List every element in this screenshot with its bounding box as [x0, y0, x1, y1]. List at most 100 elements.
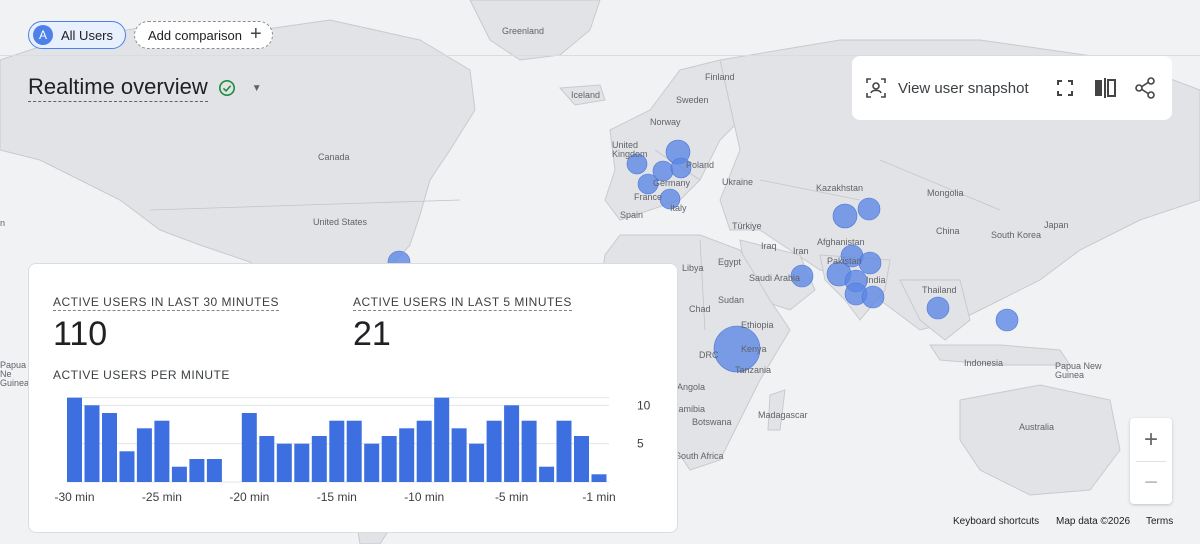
segment-avatar: A: [33, 25, 53, 45]
user-snapshot-icon: [864, 76, 888, 100]
y-tick-label: 10: [637, 398, 651, 412]
map-label: China: [936, 226, 960, 236]
x-tick-label: -20 min: [229, 490, 269, 504]
chart-bar: [346, 420, 362, 482]
map-label: Saudi Arabia: [749, 273, 801, 283]
chart-bar: [67, 397, 82, 482]
map-bubble: [861, 285, 885, 309]
x-tick-label: -25 min: [142, 490, 182, 504]
map-label: Madagascar: [758, 410, 808, 420]
chart-bar: [381, 436, 397, 482]
map-label: South Africa: [675, 451, 724, 461]
check-circle-icon: [218, 79, 235, 97]
map-label: United States: [313, 217, 368, 227]
map-label: Iraq: [761, 241, 777, 251]
map-label: Egypt: [718, 257, 742, 267]
map-label: Kenya: [741, 344, 767, 354]
chart-bar: [171, 466, 187, 482]
map-label: DRC: [699, 350, 719, 360]
map-label: Japan: [1044, 220, 1069, 230]
map-label: Italy: [670, 203, 687, 213]
x-tick-label: -5 min: [495, 490, 528, 504]
map-label: Türkiye: [732, 221, 762, 231]
map-label: Norway: [650, 117, 681, 127]
map-label: Iceland: [571, 90, 601, 100]
map-bubble: [832, 203, 858, 229]
map-label: Mongolia: [927, 188, 964, 198]
map-label: South Korea: [991, 230, 1042, 240]
map-label: Tanzania: [735, 365, 772, 375]
map-label: Ukraine: [722, 177, 754, 187]
add-comparison-button[interactable]: Add comparison +: [134, 21, 273, 49]
chart-bar: [591, 474, 607, 482]
map-label: Sweden: [676, 95, 709, 105]
chart-bar: [102, 413, 117, 482]
chart-bar: [469, 443, 485, 482]
map-label: Libya: [682, 263, 704, 273]
map-label: Afghanistan: [817, 237, 865, 247]
map-label: Kazakhstan: [816, 183, 864, 193]
chart-bar: [206, 459, 222, 482]
map-label: Greenland: [502, 26, 545, 36]
map-data-label: Map data ©2026: [1056, 516, 1131, 527]
chart-bar: [416, 420, 432, 482]
chart-bar: [521, 420, 537, 482]
chart-bar: [241, 413, 257, 482]
x-tick-label: -15 min: [317, 490, 357, 504]
chart-bar: [154, 420, 170, 482]
active-users-bar-chart[interactable]: 5 10 -30 min -25 min -20 min -15 min -10 min -5…: [29, 264, 679, 534]
x-tick-label: -10 min: [404, 490, 444, 504]
chart-bar: [539, 466, 555, 482]
map-label: Poland: [686, 160, 715, 170]
terms-link[interactable]: Terms: [1146, 516, 1173, 527]
chart-bar: [329, 420, 345, 482]
view-user-snapshot-label: View user snapshot: [898, 79, 1029, 97]
all-users-chip[interactable]: A All Users: [28, 21, 127, 49]
map-label: Pakistan: [827, 256, 862, 266]
toolbar: View user snapshot: [852, 56, 1172, 120]
map-label: India: [866, 275, 886, 285]
map-label: Finland: [705, 72, 735, 82]
map-label: Thailand: [922, 285, 957, 295]
zoom-in-button[interactable]: +: [1130, 418, 1172, 461]
map-label: Papua New Guinea: [1055, 361, 1102, 380]
x-tick-label: -1 min: [582, 490, 615, 504]
chart-bar: [276, 443, 292, 482]
zoom-controls: + −: [1130, 418, 1172, 504]
chart-bar: [364, 443, 380, 482]
dropdown-caret-icon[interactable]: ▼: [252, 83, 262, 94]
chart-bar: [311, 436, 327, 482]
fullscreen-icon[interactable]: [1053, 76, 1077, 100]
chart-bar: [434, 397, 450, 482]
chart-bar: [259, 436, 275, 482]
map-label: n: [0, 218, 6, 228]
share-icon[interactable]: [1133, 76, 1157, 100]
map-label: United Kingdom: [612, 140, 648, 159]
chart-bar: [574, 436, 589, 482]
view-user-snapshot-button[interactable]: View user snapshot: [864, 68, 1037, 108]
chart-bar: [119, 451, 135, 482]
map-label: Angola: [677, 382, 706, 392]
map-label: Botswana: [692, 417, 732, 427]
plus-icon: +: [249, 23, 262, 45]
map-label: Sudan: [718, 295, 745, 305]
map-bubble: [858, 251, 882, 275]
page-title[interactable]: Realtime overview: [28, 74, 208, 102]
map-bubble: [995, 308, 1019, 332]
map-label: Indonesia: [964, 358, 1004, 368]
chart-bar: [294, 443, 310, 482]
compare-icon[interactable]: [1093, 76, 1117, 100]
chart-bar: [486, 420, 502, 482]
y-tick-label: 5: [637, 437, 644, 451]
keyboard-shortcuts-link[interactable]: Keyboard shortcuts: [953, 516, 1039, 527]
map-bubble: [857, 197, 881, 221]
zoom-out-button[interactable]: −: [1130, 461, 1172, 504]
map-label: Germany: [653, 178, 691, 188]
realtime-stats-card: ACTIVE USERS IN LAST 30 MINUTES 110 ACTI…: [28, 263, 678, 533]
chart-bar: [399, 428, 415, 482]
map-label: Iran: [793, 246, 809, 256]
chart-bar: [504, 405, 520, 482]
x-tick-label: -30 min: [55, 490, 95, 504]
map-label: Ethiopia: [741, 320, 774, 330]
chart-bar: [189, 459, 205, 482]
